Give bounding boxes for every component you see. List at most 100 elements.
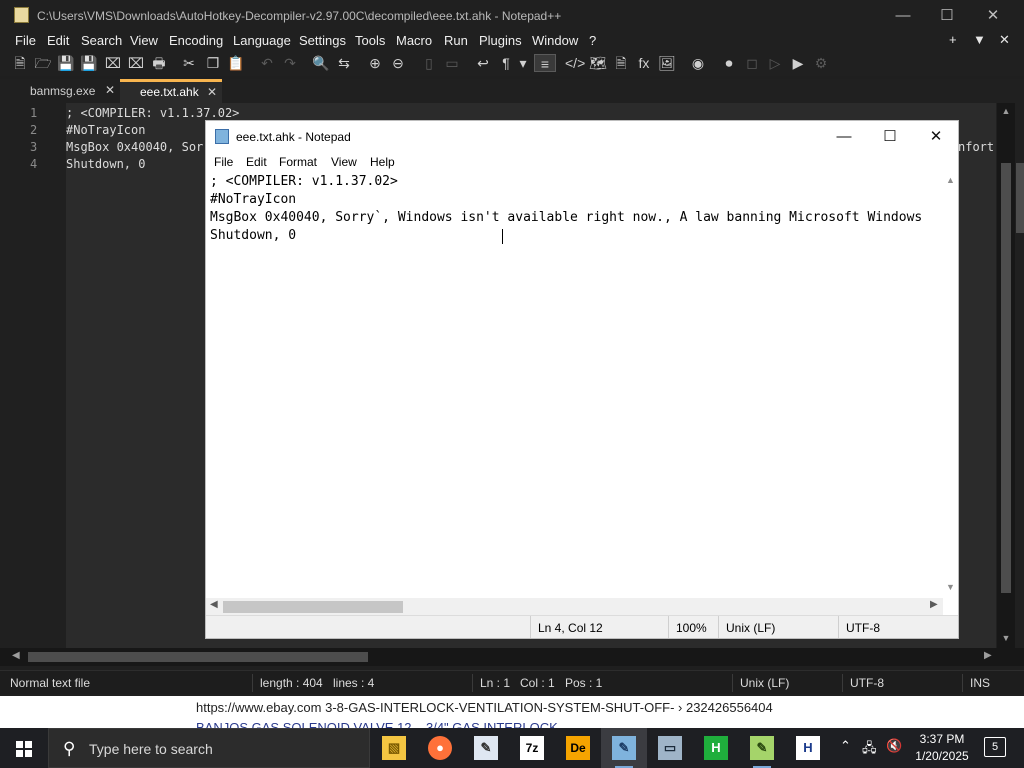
- play-macro-icon[interactable]: ▷: [766, 54, 784, 72]
- maximize-button[interactable]: ☐: [867, 121, 913, 152]
- menu-plugins[interactable]: Plugins: [479, 33, 522, 48]
- print-icon[interactable]: 🖶: [150, 54, 168, 72]
- tab-eee-txt-ahk[interactable]: eee.txt.ahk ✕: [120, 79, 222, 103]
- show-all-chars-icon[interactable]: ¶: [497, 54, 515, 72]
- taskbar-file-explorer[interactable]: ▧: [371, 728, 417, 768]
- taskbar-search-box[interactable]: ⚲ Type here to search: [48, 728, 370, 768]
- menu-run[interactable]: Run: [444, 33, 468, 48]
- taskbar-firefox[interactable]: ●: [417, 728, 463, 768]
- menu-language[interactable]: Language: [233, 33, 291, 48]
- folder-workspace-icon[interactable]: 🖼: [658, 54, 676, 72]
- dropdown-arrow-icon[interactable]: ▾: [517, 54, 529, 72]
- tab-banmsg[interactable]: banmsg.exe ✕: [20, 79, 120, 103]
- show-hidden-icons-chevron-icon[interactable]: ⌃: [840, 738, 851, 754]
- notepad-horizontal-scrollbar[interactable]: ◀ ▶: [206, 598, 943, 615]
- scroll-thumb[interactable]: [28, 652, 368, 662]
- record-macro-icon[interactable]: ⏺: [720, 54, 738, 72]
- notification-center-icon[interactable]: 5: [984, 737, 1006, 757]
- replace-icon[interactable]: ⇆: [335, 54, 353, 72]
- menu-help[interactable]: ?: [589, 33, 596, 48]
- menu-search[interactable]: Search: [81, 33, 122, 48]
- taskbar-7zip[interactable]: 7z: [509, 728, 555, 768]
- close-file-icon[interactable]: ⌧: [104, 54, 122, 72]
- clock[interactable]: 3:37 PM 1/20/2025: [912, 731, 972, 765]
- paste-icon[interactable]: 📋: [227, 54, 245, 72]
- maximize-button[interactable]: ☐: [924, 0, 970, 31]
- redo-icon[interactable]: ↷: [281, 54, 299, 72]
- menu-view[interactable]: View: [130, 33, 158, 48]
- close-button[interactable]: ✕: [913, 121, 959, 152]
- menu-encoding[interactable]: Encoding: [169, 33, 223, 48]
- horizontal-scrollbar[interactable]: ◀ ▶: [0, 648, 1024, 666]
- menu-tools[interactable]: Tools: [355, 33, 385, 48]
- notepad-vertical-scrollbar[interactable]: ▲ ▼: [943, 172, 958, 598]
- scroll-thumb[interactable]: [1001, 163, 1011, 593]
- taskbar-hex-editor[interactable]: H: [785, 728, 831, 768]
- tab-close-icon[interactable]: ✕: [207, 85, 217, 99]
- outer-vertical-scrollbar[interactable]: [1015, 103, 1024, 648]
- scroll-left-icon[interactable]: ◀: [210, 599, 218, 610]
- zoom-out-icon[interactable]: ⊖: [389, 54, 407, 72]
- scroll-thumb[interactable]: [223, 601, 403, 613]
- sync-vertical-icon[interactable]: ▯: [420, 54, 438, 72]
- taskbar-notepad-editor[interactable]: ✎: [463, 728, 509, 768]
- zoom-in-icon[interactable]: ⊕: [366, 54, 384, 72]
- minimize-button[interactable]: —: [880, 0, 926, 31]
- menu-format[interactable]: Format: [279, 155, 317, 169]
- function-list-icon[interactable]: fx: [635, 54, 653, 72]
- undo-icon[interactable]: ↶: [258, 54, 276, 72]
- eol-format[interactable]: Unix (LF): [740, 676, 789, 690]
- scroll-right-icon[interactable]: ▶: [930, 599, 938, 610]
- taskbar-hxd[interactable]: H: [693, 728, 739, 768]
- word-wrap-icon[interactable]: ↩: [474, 54, 492, 72]
- save-all-icon[interactable]: 💾: [80, 54, 98, 72]
- indent-guide-icon[interactable]: ≡: [534, 54, 556, 72]
- tab-list-chevron-icon[interactable]: ▼: [973, 32, 986, 47]
- save-icon[interactable]: 💾: [57, 54, 75, 72]
- encoding[interactable]: UTF-8: [850, 676, 884, 690]
- taskbar-notepadpp[interactable]: ✎: [739, 728, 785, 768]
- scroll-up-icon[interactable]: ▲: [946, 175, 955, 185]
- notepad-text-area[interactable]: ; <COMPILER: v1.1.37.02> #NoTrayIcon Msg…: [206, 172, 943, 598]
- cut-icon[interactable]: ✂: [180, 54, 198, 72]
- menu-file[interactable]: File: [15, 33, 36, 48]
- menu-edit[interactable]: Edit: [246, 155, 267, 169]
- menu-help[interactable]: Help: [370, 155, 395, 169]
- search-result-url[interactable]: https://www.ebay.com 3-8-GAS-INTERLOCK-V…: [196, 700, 773, 715]
- scroll-up-icon[interactable]: ▲: [1000, 106, 1012, 116]
- tab-close-icon[interactable]: ✕: [105, 83, 115, 97]
- find-icon[interactable]: 🔍: [312, 54, 330, 72]
- new-tab-plus-icon[interactable]: +: [949, 32, 957, 47]
- close-doc-icon[interactable]: ✕: [999, 32, 1010, 48]
- run-macro-multiple-icon[interactable]: ▶: [789, 54, 807, 72]
- close-button[interactable]: ✕: [970, 0, 1016, 31]
- insert-mode[interactable]: INS: [970, 676, 990, 690]
- network-icon[interactable]: 🖧: [862, 739, 877, 761]
- minimize-button[interactable]: —: [821, 121, 867, 152]
- menu-macro[interactable]: Macro: [396, 33, 432, 48]
- monitoring-icon[interactable]: ◉: [689, 54, 707, 72]
- document-map-icon[interactable]: 🗺: [589, 54, 607, 72]
- scroll-down-icon[interactable]: ▼: [946, 582, 955, 592]
- menu-settings[interactable]: Settings: [299, 33, 346, 48]
- volume-muted-icon[interactable]: 🔇: [886, 738, 902, 754]
- menu-edit[interactable]: Edit: [47, 33, 69, 48]
- menu-view[interactable]: View: [331, 155, 357, 169]
- stop-macro-icon[interactable]: ◻: [743, 54, 761, 72]
- taskbar-notepad[interactable]: ✎: [601, 728, 647, 768]
- copy-icon[interactable]: ❐: [204, 54, 222, 72]
- scroll-left-icon[interactable]: ◀: [12, 650, 20, 661]
- menu-window[interactable]: Window: [532, 33, 578, 48]
- vertical-scrollbar[interactable]: ▲ ▼: [997, 103, 1015, 648]
- start-button[interactable]: [0, 728, 48, 768]
- close-all-icon[interactable]: ⌧: [127, 54, 145, 72]
- sync-horizontal-icon[interactable]: ▭: [443, 54, 461, 72]
- menu-file[interactable]: File: [214, 155, 233, 169]
- taskbar-delphi-decompiler[interactable]: De: [555, 728, 601, 768]
- save-macro-icon[interactable]: ⚙: [812, 54, 830, 72]
- taskbar-remote-desktop[interactable]: ▭: [647, 728, 693, 768]
- code-tag-icon[interactable]: </>: [565, 54, 585, 72]
- outer-scroll-thumb[interactable]: [1016, 163, 1024, 233]
- new-file-icon[interactable]: 🗎: [11, 54, 29, 72]
- document-list-icon[interactable]: 🗎: [612, 54, 630, 72]
